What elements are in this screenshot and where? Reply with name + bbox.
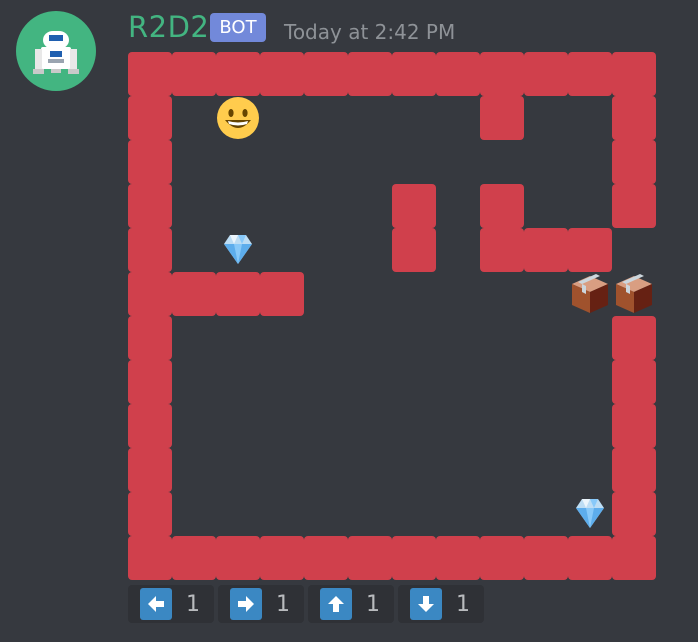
wall-tile bbox=[128, 492, 172, 536]
wall-tile bbox=[128, 404, 172, 448]
wall-tile bbox=[612, 140, 656, 184]
wall-tile bbox=[436, 536, 480, 580]
wall-tile bbox=[128, 272, 172, 316]
reaction-right[interactable]: 1 bbox=[218, 585, 304, 623]
reaction-left[interactable]: 1 bbox=[128, 585, 214, 623]
wall-tile bbox=[128, 360, 172, 404]
message-timestamp: Today at 2:42 PM bbox=[284, 20, 456, 44]
diamond-target-icon bbox=[568, 492, 612, 536]
bot-avatar[interactable] bbox=[16, 11, 96, 91]
wall-tile bbox=[524, 228, 568, 272]
wall-tile bbox=[128, 96, 172, 140]
bot-badge: BOT bbox=[210, 13, 266, 42]
wall-tile bbox=[260, 52, 304, 96]
wall-tile bbox=[612, 184, 656, 228]
wall-tile bbox=[568, 228, 612, 272]
wall-tile bbox=[392, 536, 436, 580]
wall-tile bbox=[128, 184, 172, 228]
wall-tile bbox=[172, 52, 216, 96]
wall-tile bbox=[612, 404, 656, 448]
reaction-count: 1 bbox=[186, 591, 200, 617]
wall-tile bbox=[128, 316, 172, 360]
wall-tile bbox=[128, 140, 172, 184]
wall-tile bbox=[480, 96, 524, 140]
wall-tile bbox=[524, 52, 568, 96]
reaction-count: 1 bbox=[276, 591, 290, 617]
wall-tile bbox=[612, 52, 656, 96]
wall-tile bbox=[480, 536, 524, 580]
wall-tile bbox=[436, 52, 480, 96]
reaction-count: 1 bbox=[456, 591, 470, 617]
wall-tile bbox=[612, 316, 656, 360]
wall-tile bbox=[172, 536, 216, 580]
wall-tile bbox=[392, 52, 436, 96]
username[interactable]: R2D2 bbox=[128, 10, 209, 44]
wall-tile bbox=[128, 52, 172, 96]
reaction-count: 1 bbox=[366, 591, 380, 617]
wall-tile bbox=[480, 52, 524, 96]
diamond-target-icon bbox=[216, 228, 260, 272]
wall-tile bbox=[260, 272, 304, 316]
wall-tile bbox=[260, 536, 304, 580]
wall-tile bbox=[568, 536, 612, 580]
arrow-right-icon bbox=[230, 588, 262, 620]
wall-tile bbox=[216, 272, 260, 316]
box-icon bbox=[612, 272, 656, 316]
reaction-up[interactable]: 1 bbox=[308, 585, 394, 623]
wall-tile bbox=[304, 52, 348, 96]
wall-tile bbox=[216, 52, 260, 96]
wall-tile bbox=[480, 228, 524, 272]
wall-tile bbox=[216, 536, 260, 580]
wall-tile bbox=[128, 228, 172, 272]
wall-tile bbox=[612, 96, 656, 140]
wall-tile bbox=[524, 536, 568, 580]
r2d2-robot-icon bbox=[33, 31, 79, 74]
wall-tile bbox=[612, 536, 656, 580]
wall-tile bbox=[480, 184, 524, 228]
wall-tile bbox=[612, 360, 656, 404]
reaction-down[interactable]: 1 bbox=[398, 585, 484, 623]
wall-tile bbox=[612, 448, 656, 492]
wall-tile bbox=[172, 272, 216, 316]
wall-tile bbox=[568, 52, 612, 96]
game-board bbox=[128, 52, 656, 580]
wall-tile bbox=[348, 536, 392, 580]
box-icon bbox=[568, 272, 612, 316]
wall-tile bbox=[128, 536, 172, 580]
wall-tile bbox=[392, 228, 436, 272]
player-smiley-icon bbox=[216, 96, 260, 140]
wall-tile bbox=[348, 52, 392, 96]
arrow-left-icon bbox=[140, 588, 172, 620]
reaction-bar: 1 1 1 1 bbox=[128, 585, 484, 623]
wall-tile bbox=[128, 448, 172, 492]
arrow-up-icon bbox=[320, 588, 352, 620]
wall-tile bbox=[612, 492, 656, 536]
wall-tile bbox=[304, 536, 348, 580]
wall-tile bbox=[392, 184, 436, 228]
arrow-down-icon bbox=[410, 588, 442, 620]
